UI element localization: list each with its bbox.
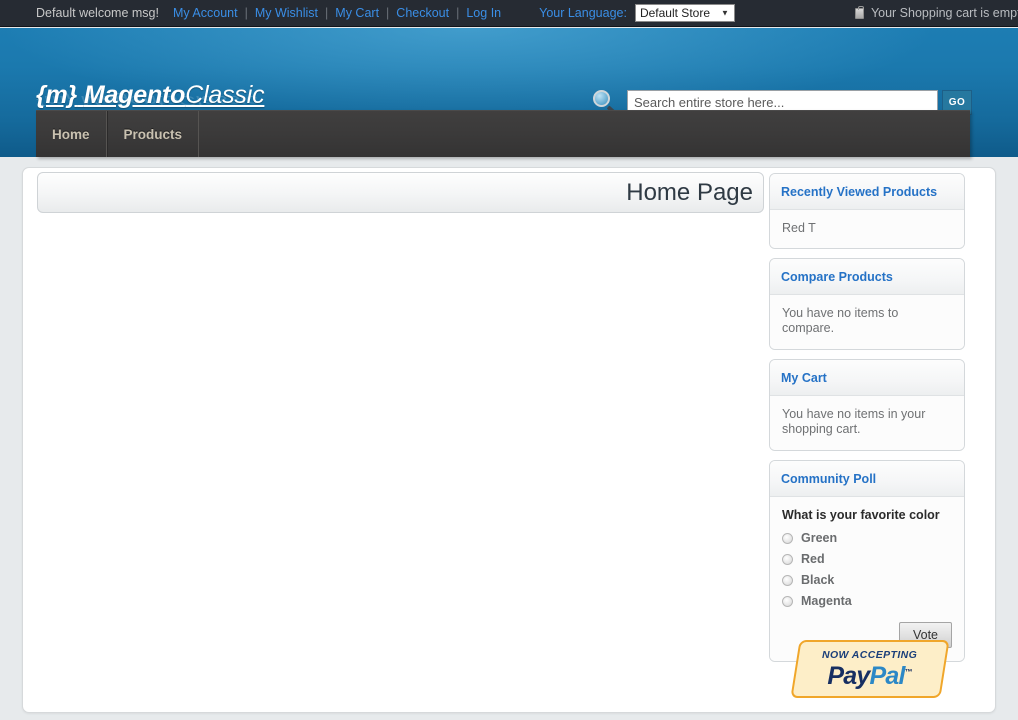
cart-status: Your Shopping cart is empty. bbox=[854, 5, 1018, 20]
block-title-recently-viewed: Recently Viewed Products bbox=[770, 174, 964, 210]
paypal-now-accepting-text: NOW ACCEPTING bbox=[822, 648, 918, 661]
radio-icon[interactable] bbox=[782, 553, 793, 565]
block-body-recently-viewed: Red T bbox=[770, 210, 964, 248]
radio-icon[interactable] bbox=[782, 532, 793, 544]
list-item[interactable]: Red T bbox=[782, 221, 816, 235]
block-title-community-poll: Community Poll bbox=[770, 461, 964, 497]
main-navigation: Home Products bbox=[36, 110, 970, 157]
top-link-separator: | bbox=[325, 6, 329, 20]
nav-item-home[interactable]: Home bbox=[36, 111, 107, 157]
language-switcher: Your Language: Default Store ▼ bbox=[539, 4, 735, 22]
top-bar: Default welcome msg! My Account | My Wis… bbox=[0, 0, 1018, 27]
chevron-down-icon: ▼ bbox=[721, 8, 729, 18]
block-recently-viewed-products: Recently Viewed Products Red T bbox=[769, 173, 965, 249]
language-select-value: Default Store bbox=[639, 6, 710, 20]
block-body-community-poll: What is your favorite color Green Red Bl… bbox=[770, 497, 964, 661]
poll-option-red[interactable]: Red bbox=[782, 552, 952, 566]
shopping-cart-icon bbox=[854, 5, 864, 19]
main-content-column: Home Page bbox=[37, 172, 777, 213]
site-logo[interactable]: {m} MagentoClassic bbox=[36, 81, 265, 110]
poll-option-label: Black bbox=[801, 573, 835, 587]
top-link-log-in[interactable]: Log In bbox=[466, 6, 501, 20]
page-title-box: Home Page bbox=[37, 172, 764, 213]
nav-item-products[interactable]: Products bbox=[106, 111, 200, 157]
cart-status-text: Your Shopping cart is empty. bbox=[870, 6, 1018, 20]
cart-empty-text: You have no items in your shopping cart. bbox=[782, 407, 926, 436]
top-link-my-wishlist[interactable]: My Wishlist bbox=[255, 6, 318, 20]
paypal-badge-shape: NOW ACCEPTING PayPal™ bbox=[790, 640, 950, 698]
poll-option-label: Green bbox=[801, 531, 838, 545]
paypal-pal-text: Pal bbox=[869, 661, 905, 690]
poll-option-black[interactable]: Black bbox=[782, 573, 952, 587]
poll-option-green[interactable]: Green bbox=[782, 531, 952, 545]
paypal-tm-mark: ™ bbox=[905, 666, 913, 676]
poll-option-label: Red bbox=[801, 552, 825, 566]
paypal-pay-text: Pay bbox=[827, 661, 870, 690]
language-select[interactable]: Default Store ▼ bbox=[634, 4, 735, 22]
top-links: My Account | My Wishlist | My Cart | Che… bbox=[173, 6, 501, 20]
poll-option-magenta[interactable]: Magenta bbox=[782, 594, 952, 608]
block-body-my-cart: You have no items in your shopping cart. bbox=[770, 396, 964, 450]
poll-question: What is your favorite color bbox=[782, 508, 940, 522]
right-sidebar: Recently Viewed Products Red T Compare P… bbox=[769, 173, 965, 698]
logo-brace: {m} bbox=[36, 81, 78, 109]
compare-empty-text: You have no items to compare. bbox=[782, 306, 899, 335]
top-link-my-cart[interactable]: My Cart bbox=[335, 6, 379, 20]
block-title-compare-products: Compare Products bbox=[770, 259, 964, 295]
welcome-message: Default welcome msg! bbox=[36, 6, 159, 20]
logo-magento: Magento bbox=[83, 81, 186, 109]
top-link-checkout[interactable]: Checkout bbox=[396, 6, 449, 20]
block-body-compare-products: You have no items to compare. bbox=[770, 295, 964, 349]
logo-classic: Classic bbox=[185, 81, 265, 109]
radio-icon[interactable] bbox=[782, 595, 793, 607]
top-link-separator: | bbox=[456, 6, 460, 20]
top-link-separator: | bbox=[244, 6, 248, 20]
poll-option-label: Magenta bbox=[801, 594, 852, 608]
block-compare-products: Compare Products You have no items to co… bbox=[769, 258, 965, 350]
paypal-badge[interactable]: NOW ACCEPTING PayPal™ bbox=[790, 640, 950, 702]
radio-icon[interactable] bbox=[782, 574, 793, 586]
block-community-poll: Community Poll What is your favorite col… bbox=[769, 460, 965, 662]
page-container: Home Page Recently Viewed Products Red T… bbox=[22, 167, 996, 713]
top-link-separator: | bbox=[386, 6, 390, 20]
page-title: Home Page bbox=[626, 178, 753, 206]
top-link-my-account[interactable]: My Account bbox=[173, 6, 238, 20]
block-my-cart: My Cart You have no items in your shoppi… bbox=[769, 359, 965, 451]
paypal-logo: PayPal™ bbox=[822, 661, 917, 690]
language-label: Your Language: bbox=[539, 6, 627, 20]
block-title-my-cart: My Cart bbox=[770, 360, 964, 396]
